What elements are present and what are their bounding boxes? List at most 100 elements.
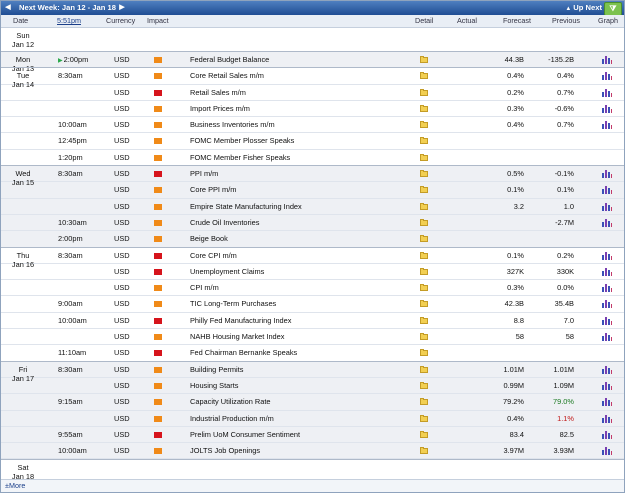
impact-folder-icon[interactable] xyxy=(154,350,162,357)
event-row[interactable]: 8:30am USD Core Retail Sales m/m 0.4% 0.4% xyxy=(1,68,624,85)
event-row[interactable]: USD CPI m/m 0.3% 0.0% xyxy=(1,280,624,297)
event-title[interactable]: Housing Starts xyxy=(190,378,238,393)
impact-folder-icon[interactable] xyxy=(154,268,162,275)
impact-folder-icon[interactable] xyxy=(154,448,162,455)
event-row[interactable]: 10:00am USD Philly Fed Manufacturing Index… xyxy=(1,313,624,330)
event-title[interactable]: TIC Long-Term Purchases xyxy=(190,296,276,311)
week-title[interactable]: Next Week: Jan 12 - Jan 18 xyxy=(19,1,116,15)
event-title[interactable]: Industrial Production m/m xyxy=(190,411,274,426)
filter-icon[interactable]: ⧩ xyxy=(604,2,622,16)
event-row[interactable]: 9:15am USD Capacity Utilization Rate 79.2% 7… xyxy=(1,394,624,411)
impact-folder-icon[interactable] xyxy=(154,301,162,308)
detail-folder-icon[interactable] xyxy=(420,251,428,259)
event-title[interactable]: Unemployment Claims xyxy=(190,264,264,279)
impact-folder-icon[interactable] xyxy=(154,73,162,80)
graph-icon[interactable] xyxy=(602,397,612,407)
event-title[interactable]: FOMC Member Plosser Speaks xyxy=(190,133,294,148)
impact-folder-icon[interactable] xyxy=(154,203,162,210)
event-title[interactable]: Core CPI m/m xyxy=(190,248,237,263)
event-row[interactable]: USD Empire State Manufacturing Index 3.2 1.… xyxy=(1,198,624,215)
graph-icon[interactable] xyxy=(602,446,612,456)
impact-folder-icon[interactable] xyxy=(154,252,162,259)
graph-icon[interactable] xyxy=(602,88,612,97)
event-title[interactable]: Prelim UoM Consumer Sentiment xyxy=(190,427,300,442)
graph-icon[interactable] xyxy=(602,332,612,342)
event-title[interactable]: Capacity Utilization Rate xyxy=(190,394,271,409)
event-row[interactable]: USD Core PPI m/m 0.1% 0.1% xyxy=(1,182,624,199)
detail-folder-icon[interactable] xyxy=(420,381,428,389)
detail-folder-icon[interactable] xyxy=(420,137,428,145)
graph-icon[interactable] xyxy=(602,169,612,179)
event-title[interactable]: Fed Chairman Bernanke Speaks xyxy=(190,345,297,360)
next-week-icon[interactable]: ▶ xyxy=(118,2,126,13)
event-row[interactable]: USD Import Prices m/m 0.3% -0.6% xyxy=(1,101,624,118)
impact-folder-icon[interactable] xyxy=(154,382,162,389)
impact-folder-icon[interactable] xyxy=(154,89,162,96)
detail-folder-icon[interactable] xyxy=(420,300,428,308)
impact-folder-icon[interactable] xyxy=(154,415,162,422)
graph-icon[interactable] xyxy=(602,185,612,195)
impact-folder-icon[interactable] xyxy=(154,122,162,129)
detail-folder-icon[interactable] xyxy=(420,153,428,161)
detail-folder-icon[interactable] xyxy=(420,284,428,292)
event-row[interactable]: 9:55am USD Prelim UoM Consumer Sentiment 83… xyxy=(1,426,624,444)
event-row[interactable]: USD NAHB Housing Market Index 58 58 xyxy=(1,329,624,346)
event-title[interactable]: Federal Budget Balance xyxy=(190,52,269,67)
event-row[interactable]: USD Retail Sales m/m 0.2% 0.7% xyxy=(1,85,624,101)
event-row[interactable]: 8:30am USD Building Permits 1.01M 1.01M xyxy=(1,361,624,378)
graph-icon[interactable] xyxy=(602,414,612,423)
event-title[interactable]: Crude Oil Inventories xyxy=(190,215,259,230)
event-title[interactable]: Retail Sales m/m xyxy=(190,85,246,100)
event-title[interactable]: Philly Fed Manufacturing Index xyxy=(190,313,291,328)
graph-icon[interactable] xyxy=(602,218,612,227)
detail-folder-icon[interactable] xyxy=(420,333,428,341)
detail-folder-icon[interactable] xyxy=(420,447,428,455)
detail-folder-icon[interactable] xyxy=(420,170,428,178)
detail-folder-icon[interactable] xyxy=(420,267,428,275)
impact-folder-icon[interactable] xyxy=(154,399,162,406)
impact-folder-icon[interactable] xyxy=(154,171,162,178)
detail-folder-icon[interactable] xyxy=(420,414,428,422)
detail-folder-icon[interactable] xyxy=(420,349,428,357)
up-next-button[interactable]: ▲ Up Next xyxy=(565,1,602,16)
graph-icon[interactable] xyxy=(602,365,612,374)
graph-icon[interactable] xyxy=(602,316,612,325)
graph-icon[interactable] xyxy=(602,299,612,309)
impact-folder-icon[interactable] xyxy=(154,219,162,226)
detail-folder-icon[interactable] xyxy=(420,202,428,210)
impact-folder-icon[interactable] xyxy=(154,285,162,292)
graph-icon[interactable] xyxy=(602,120,612,130)
more-link[interactable]: ± More xyxy=(5,480,25,492)
event-title[interactable]: CPI m/m xyxy=(190,280,219,295)
graph-icon[interactable] xyxy=(602,104,612,113)
graph-icon[interactable] xyxy=(602,71,612,81)
event-title[interactable]: PPI m/m xyxy=(190,166,218,181)
event-row[interactable]: 10:00am USD JOLTS Job Openings 3.97M 3.93M xyxy=(1,443,624,460)
event-title[interactable]: Beige Book xyxy=(190,231,228,246)
graph-icon[interactable] xyxy=(602,267,612,276)
impact-folder-icon[interactable] xyxy=(154,334,162,341)
event-row[interactable]: USD Unemployment Claims 327K 330K xyxy=(1,264,624,281)
impact-folder-icon[interactable] xyxy=(154,317,162,324)
detail-folder-icon[interactable] xyxy=(420,398,428,406)
impact-folder-icon[interactable] xyxy=(154,366,162,373)
event-title[interactable]: Core PPI m/m xyxy=(190,182,236,197)
impact-folder-icon[interactable] xyxy=(154,138,162,145)
event-title[interactable]: Building Permits xyxy=(190,362,243,377)
graph-icon[interactable] xyxy=(602,430,612,439)
graph-icon[interactable] xyxy=(602,283,612,293)
event-title[interactable]: JOLTS Job Openings xyxy=(190,443,260,458)
detail-folder-icon[interactable] xyxy=(420,88,428,96)
event-row[interactable]: 9:00am USD TIC Long-Term Purchases 42.3B 35.… xyxy=(1,296,624,313)
detail-folder-icon[interactable] xyxy=(420,235,428,243)
event-row[interactable]: 10:30am USD Crude Oil Inventories -2.7M xyxy=(1,214,624,232)
event-title[interactable]: Core Retail Sales m/m xyxy=(190,68,264,83)
event-title[interactable]: Business Inventories m/m xyxy=(190,117,275,132)
event-row[interactable]: 12:45pm USD FOMC Member Plosser Speaks xyxy=(1,133,624,150)
event-title[interactable]: NAHB Housing Market Index xyxy=(190,329,284,344)
event-row[interactable]: 1:20pm USD FOMC Member Fisher Speaks xyxy=(1,150,624,167)
event-row[interactable]: 2:00pm USD Beige Book xyxy=(1,231,624,248)
event-row[interactable]: 8:30am USD Core CPI m/m 0.1% 0.2% xyxy=(1,248,624,264)
impact-folder-icon[interactable] xyxy=(154,187,162,194)
graph-icon[interactable] xyxy=(602,251,612,260)
